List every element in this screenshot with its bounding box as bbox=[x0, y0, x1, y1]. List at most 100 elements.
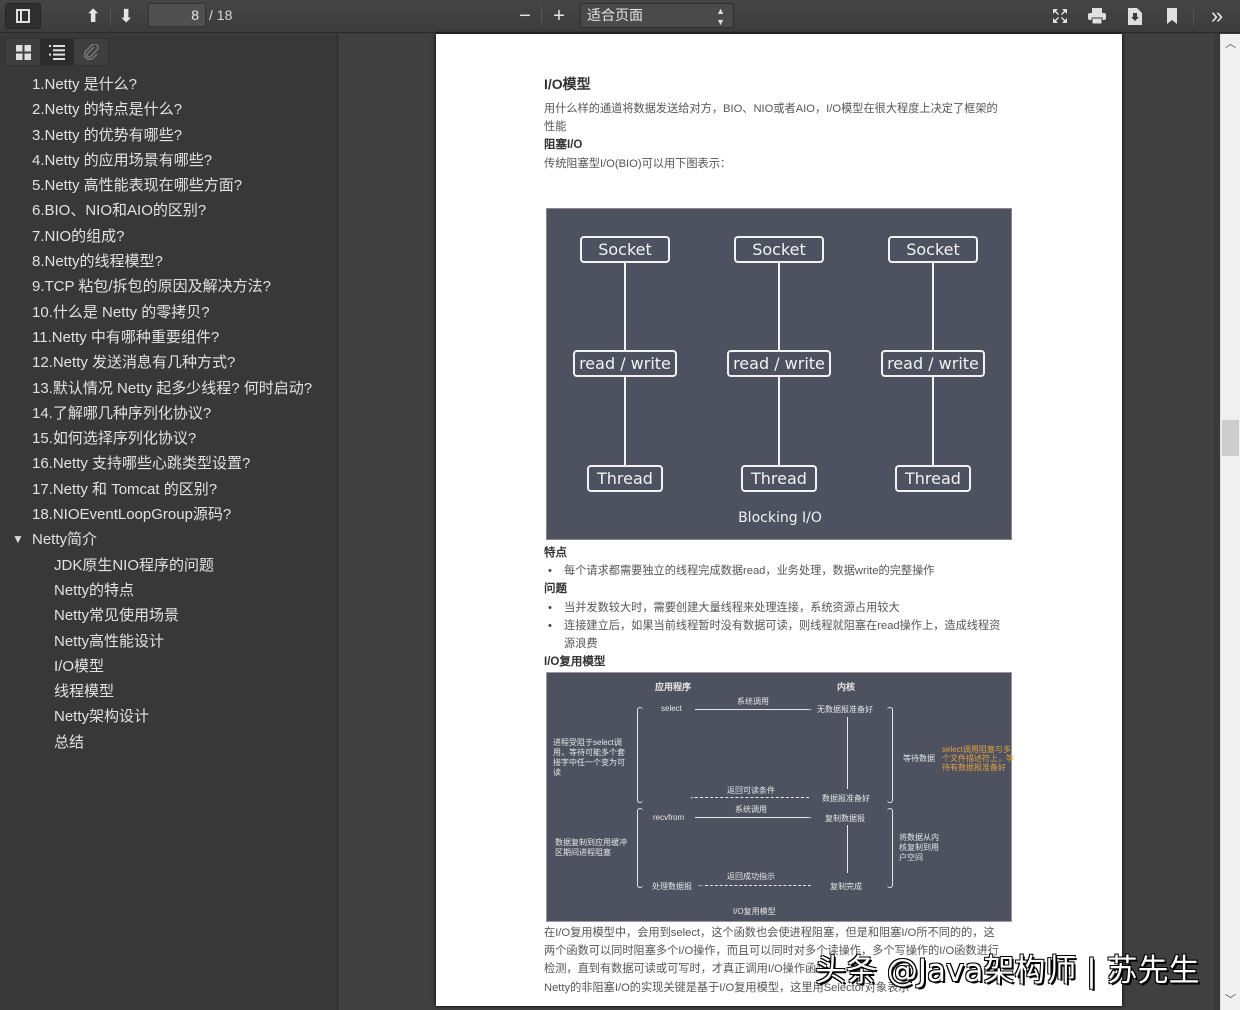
sidebar-toggle-button[interactable] bbox=[5, 3, 41, 29]
arrow-down-icon: ⬇ bbox=[118, 5, 134, 26]
outline-item[interactable]: 总结 bbox=[0, 730, 338, 755]
outline-item-label: 4.Netty 的应用场景有哪些? bbox=[32, 151, 213, 169]
outline-item[interactable]: 17.Netty 和 Tomcat 的区别? bbox=[0, 477, 338, 502]
kernel-down-arrow bbox=[847, 825, 848, 873]
outline-item[interactable]: ▼ Netty简介 bbox=[0, 527, 338, 552]
connector-line bbox=[932, 262, 934, 352]
copy-done-label: 复制完成 bbox=[830, 882, 862, 891]
blocking-io-diagram: Blocking I/O Socket read / write Thread Soc… bbox=[546, 208, 1012, 540]
select-blocking-note: select调用阻塞与多个文件描述符上，等待有数据报准备好 bbox=[942, 745, 1014, 772]
connector-line bbox=[932, 377, 934, 467]
outline-item-label: Netty的特点 bbox=[54, 581, 135, 599]
select-call: select bbox=[661, 704, 682, 713]
connector-line bbox=[624, 377, 626, 467]
outline-item[interactable]: 18.NIOEventLoopGroup源码? bbox=[0, 502, 338, 527]
arrow-head-icon: ← bbox=[689, 792, 697, 801]
outline-item-label: 3.Netty 的优势有哪些? bbox=[32, 126, 183, 144]
right-brace bbox=[887, 808, 893, 888]
outline-item-label: 14.了解哪几种序列化协议? bbox=[32, 404, 212, 422]
download-button[interactable] bbox=[1122, 3, 1148, 29]
outline-item[interactable]: JDK原生NIO程序的问题 bbox=[0, 553, 338, 578]
chevron-up-icon: ︿ bbox=[1225, 38, 1236, 50]
tab-outline[interactable] bbox=[40, 39, 74, 65]
outline-item[interactable]: 2.Netty 的特点是什么? bbox=[0, 97, 338, 122]
multiplex-heading: I/O复用模型 bbox=[544, 656, 606, 668]
scroll-up-button[interactable]: ︿ bbox=[1221, 34, 1240, 54]
dashed-return-arrow bbox=[695, 797, 809, 798]
return-ok-label: 返回成功指示 bbox=[727, 872, 775, 881]
page-number-input[interactable]: 8 bbox=[148, 3, 206, 27]
problem-bullet: 当并发数较大时，需要创建大量线程来处理连接，系统资源占用较大 bbox=[544, 599, 1014, 618]
outline-item[interactable]: 14.了解哪几种序列化协议? bbox=[0, 401, 338, 426]
outline-item[interactable]: Netty架构设计 bbox=[0, 704, 338, 729]
outline-item[interactable]: 12.Netty 发送消息有几种方式? bbox=[0, 350, 338, 375]
vertical-scrollbar[interactable]: ︿ ﹀ bbox=[1220, 34, 1240, 1010]
select-arrows-icon: ▲ ▼ bbox=[716, 6, 725, 27]
outline-item[interactable]: I/O模型 bbox=[0, 654, 338, 679]
document-viewer: I/O模型 用什么样的通道将数据发送给对方，BIO、NIO或者AIO，I/O模型… bbox=[339, 34, 1214, 1010]
toolbar: ⬆ ⬇ 8 / 18 − + 适合页面 ▲ ▼ » bbox=[0, 0, 1240, 33]
bookmark-button[interactable] bbox=[1160, 3, 1184, 29]
outline-item[interactable]: 9.TCP 粘包/拆包的原因及解决方法? bbox=[0, 274, 338, 299]
outline-item[interactable]: 3.Netty 的优势有哪些? bbox=[0, 123, 338, 148]
tab-attachments[interactable] bbox=[74, 39, 108, 65]
blocking-io-heading: 阻塞I/O bbox=[544, 139, 583, 151]
left-brace bbox=[637, 707, 643, 803]
expand-triangle-icon[interactable]: ▼ bbox=[12, 527, 24, 552]
socket-node: Socket bbox=[888, 236, 978, 263]
outline-item[interactable]: 1.Netty 是什么? bbox=[0, 72, 338, 97]
outline-item[interactable]: 4.Netty 的应用场景有哪些? bbox=[0, 148, 338, 173]
copy-blocked-note: 数据复制到应用缓冲区期间进程阻塞 bbox=[555, 838, 627, 857]
data-ready-label: 数据报准备好 bbox=[822, 794, 870, 803]
recvfrom-call: recvfrom bbox=[653, 813, 685, 822]
outline-item[interactable]: 10.什么是 Netty 的零拷贝? bbox=[0, 300, 338, 325]
scroll-down-button[interactable]: ﹀ bbox=[1221, 990, 1240, 1010]
next-page-button[interactable]: ⬇ bbox=[113, 3, 139, 29]
scrollbar-thumb[interactable] bbox=[1222, 420, 1239, 456]
page-count: / 18 bbox=[209, 7, 233, 23]
outline-item-label: 8.Netty的线程模型? bbox=[32, 253, 163, 271]
tab-thumbnails[interactable] bbox=[6, 39, 40, 65]
blocking-io-description: 传统阻塞型I/O(BIO)可以用下图表示： bbox=[544, 158, 732, 170]
print-icon bbox=[1088, 8, 1106, 24]
outline-item[interactable]: Netty高性能设计 bbox=[0, 629, 338, 654]
outline-item[interactable]: 13.默认情况 Netty 起多少线程? 何时启动? bbox=[0, 376, 338, 401]
outline-item[interactable]: Netty的特点 bbox=[0, 578, 338, 603]
presentation-mode-button[interactable] bbox=[1047, 3, 1073, 29]
outline-item[interactable]: 5.Netty 高性能表现在哪些方面? bbox=[0, 173, 338, 198]
syscall-label: 系统调用 bbox=[735, 805, 767, 814]
outline-item[interactable]: 16.Netty 支持哪些心跳类型设置? bbox=[0, 451, 338, 476]
return-readable-label: 返回可读条件 bbox=[727, 786, 775, 795]
minus-icon: − bbox=[519, 4, 531, 27]
outline-item[interactable]: 8.Netty的线程模型? bbox=[0, 249, 338, 274]
zoom-select[interactable]: 适合页面 ▲ ▼ bbox=[580, 3, 734, 28]
zoom-in-button[interactable]: + bbox=[547, 3, 571, 29]
download-icon bbox=[1128, 7, 1142, 25]
double-chevron-right-icon: » bbox=[1210, 3, 1224, 28]
print-button[interactable] bbox=[1084, 3, 1110, 29]
multiplex-paragraph-line: 在I/O复用模型中，会用到select，这个函数也会使进程阻塞，但是和阻塞I/O… bbox=[544, 927, 995, 939]
outline-item-label: 7.NIO的组成? bbox=[32, 227, 125, 245]
fullscreen-icon bbox=[1053, 9, 1067, 23]
outline-item[interactable]: 7.NIO的组成? bbox=[0, 224, 338, 249]
outline-item[interactable]: 6.BIO、NIO和AIO的区别? bbox=[0, 198, 338, 223]
intro-paragraph-line: 用什么样的通道将数据发送给对方，BIO、NIO或者AIO，I/O模型在很大程度上… bbox=[544, 103, 998, 115]
outline-item[interactable]: Netty常见使用场景 bbox=[0, 603, 338, 628]
arrow-line bbox=[695, 817, 809, 818]
thumbnails-icon bbox=[15, 44, 31, 60]
tools-button[interactable]: » bbox=[1204, 3, 1230, 29]
zoom-out-button[interactable]: − bbox=[513, 3, 537, 29]
outline-item[interactable]: 线程模型 bbox=[0, 679, 338, 704]
outline-item[interactable]: 11.Netty 中有哪种重要组件? bbox=[0, 325, 338, 350]
paperclip-icon bbox=[83, 44, 99, 60]
divider bbox=[1193, 6, 1194, 26]
divider bbox=[541, 6, 542, 26]
outline-item[interactable]: 15.如何选择序列化协议? bbox=[0, 426, 338, 451]
zoom-select-value: 适合页面 bbox=[587, 7, 643, 23]
plus-icon: + bbox=[553, 4, 565, 27]
arrow-head-icon: → bbox=[805, 704, 813, 713]
sidebar-toggle-icon bbox=[16, 9, 30, 23]
connector-line bbox=[624, 262, 626, 352]
previous-page-button[interactable]: ⬆ bbox=[80, 3, 106, 29]
problems-heading: 问题 bbox=[544, 583, 567, 595]
